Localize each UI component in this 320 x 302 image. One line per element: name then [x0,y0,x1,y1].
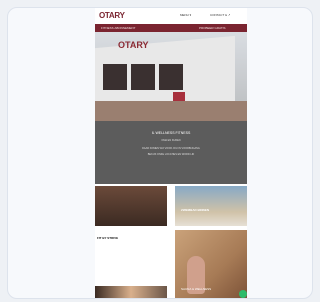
section-line2: DAAR KOMEN WIJ VOOR JOU IN VOORBIJGANG [142,147,200,150]
chat-bubble-icon[interactable] [239,290,247,298]
contact-link[interactable]: CONTACT & ↗ [210,13,230,17]
tile-caption: ZWEMBAD BINNEN [181,208,209,212]
roof-sign: OTARY [118,40,149,50]
site-header: OTARY MENU ▾ CONTACT & ↗ [95,8,247,24]
window [131,64,155,90]
section-line1: OMA EN KUREN [161,139,181,142]
window [103,64,127,90]
intro-section: IL WELLNESS FITNESS OMA EN KUREN DAAR KO… [95,121,247,184]
screenshot-card: OTARY MENU ▾ CONTACT & ↗ FITNESS ABONNEM… [7,7,313,299]
menu-link[interactable]: MENU ▾ [180,13,191,17]
brand-logo[interactable]: OTARY [99,11,125,20]
tile-caption: FIT BY STRIVE [97,236,119,240]
website-page: OTARY MENU ▾ CONTACT & ↗ FITNESS ABONNEM… [95,8,247,298]
tile-gym[interactable] [95,186,167,226]
section-line3: BEKIJK ONZE LOCATIES EN WORD LID [147,153,195,156]
street [95,101,247,121]
tile-thumbnail [95,286,167,298]
tile-strive[interactable]: FIT BY STRIVE [95,230,167,298]
window [159,64,183,90]
tile-caption: SAUNA & WELLNESS [181,287,212,291]
tile-pool[interactable]: ZWEMBAD BINNEN [175,186,247,226]
brand-bar: FITNESS ABONNEMENT PROBEER GRATIS [95,24,247,32]
hero-image: OTARY [95,32,247,121]
section-title: IL WELLNESS FITNESS [151,131,191,135]
redbar-right[interactable]: PROBEER GRATIS [199,26,225,30]
redbar-left[interactable]: FITNESS ABONNEMENT [101,26,136,30]
tile-sauna[interactable]: SAUNA & WELLNESS [175,230,247,298]
